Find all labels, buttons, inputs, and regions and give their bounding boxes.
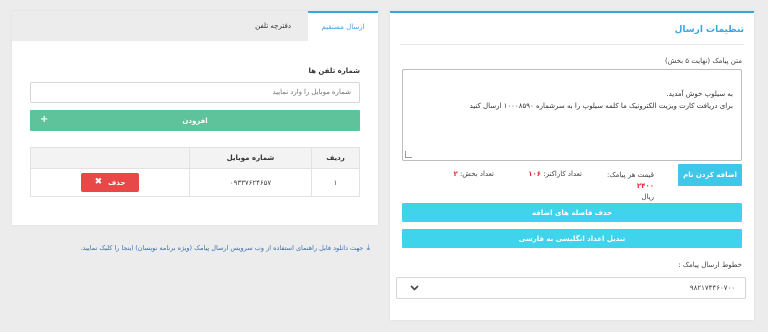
remove-extra-spaces-button[interactable]: حذف فاصله های اضافه <box>402 203 742 222</box>
price-value: ۲۴۰۰ <box>636 182 654 190</box>
tab-direct-send[interactable]: ارسال مستقیم <box>308 11 378 41</box>
char-count: تعداد کاراکتر: ۱۰۶ <box>528 170 582 178</box>
send-line-select[interactable]: ۹۸۲۱۷۴۴۶۰۷۰۰ <box>396 277 746 299</box>
tabs-background <box>12 11 238 41</box>
send-line-value: ۹۸۲۱۷۴۴۶۰۷۰۰ <box>689 284 735 292</box>
add-button-label: افزودن <box>182 116 208 125</box>
add-name-button[interactable]: اضافه کردن نام <box>678 164 742 186</box>
phone-numbers-label: شماره تلفن ها <box>308 67 360 75</box>
column-header-index: ردیف <box>311 147 360 169</box>
plus-icon: + <box>40 114 49 125</box>
download-icon: ⤓ <box>366 243 370 252</box>
send-settings-title: تنظیمات ارسال <box>674 25 744 35</box>
phone-number-input[interactable] <box>30 82 360 103</box>
table-row: ۱ ۰۹۳۳۷۶۲۴۶۵۷ حذف ✖ <box>30 168 360 197</box>
price-per-sms: قیمت هر پیامک: ۲۴۰۰ ریال <box>594 170 654 203</box>
direct-send-panel: ارسال مستقیم دفترچه تلفن شماره تلفن ها ا… <box>12 11 378 225</box>
download-guide-link[interactable]: ⤓ جهت دانلود فایل راهنمای استفاده از وب … <box>80 243 370 253</box>
chevron-down-icon[interactable] <box>407 281 421 295</box>
tab-bar: ارسال مستقیم دفترچه تلفن <box>238 11 378 41</box>
phone-numbers-table: ردیف شماره موبایل ۱ ۰۹۳۳۷۶۲۴۶۵۷ حذف ✖ <box>30 147 360 197</box>
row-action-cell: حذف ✖ <box>30 168 190 197</box>
parts-label: تعداد بخش: <box>459 170 494 178</box>
row-mobile: ۰۹۳۳۷۶۲۴۶۵۷ <box>189 168 312 197</box>
chars-value: ۱۰۶ <box>528 170 542 178</box>
divider <box>400 44 744 45</box>
sms-textarea[interactable]: به سیلوپ خوش آمدید. برای دریافت کارت ویز… <box>402 69 742 161</box>
delete-button[interactable]: حذف ✖ <box>81 173 139 192</box>
resize-handle-icon[interactable] <box>405 151 412 158</box>
sms-text-label: متن پیامک (نهایت ۵ بخش) <box>664 57 742 65</box>
send-line-label: خطوط ارسال پیامک : <box>678 261 742 269</box>
close-icon: ✖ <box>94 177 103 187</box>
column-header-mobile: شماره موبایل <box>189 147 312 169</box>
row-index: ۱ <box>311 168 360 197</box>
delete-label: حذف <box>108 178 126 187</box>
convert-digits-button[interactable]: تبدیل اعداد انگلیسی به فارسی <box>402 229 742 248</box>
chars-label: تعداد کاراکتر: <box>543 170 582 178</box>
add-number-button[interactable]: افزودن + <box>30 110 360 131</box>
sms-text-content: به سیلوپ خوش آمدید. برای دریافت کارت ویز… <box>469 90 733 110</box>
tab-phonebook[interactable]: دفترچه تلفن <box>238 11 308 41</box>
price-label: قیمت هر پیامک: <box>607 171 654 179</box>
price-unit: ریال <box>641 193 654 201</box>
parts-value: ۲ <box>453 170 458 178</box>
download-guide-text: جهت دانلود فایل راهنمای استفاده از وب سر… <box>80 244 364 252</box>
column-header-action <box>30 147 190 169</box>
part-count: تعداد بخش: ۲ <box>453 170 494 178</box>
send-settings-panel: تنظیمات ارسال متن پیامک (نهایت ۵ بخش) به… <box>390 11 754 320</box>
